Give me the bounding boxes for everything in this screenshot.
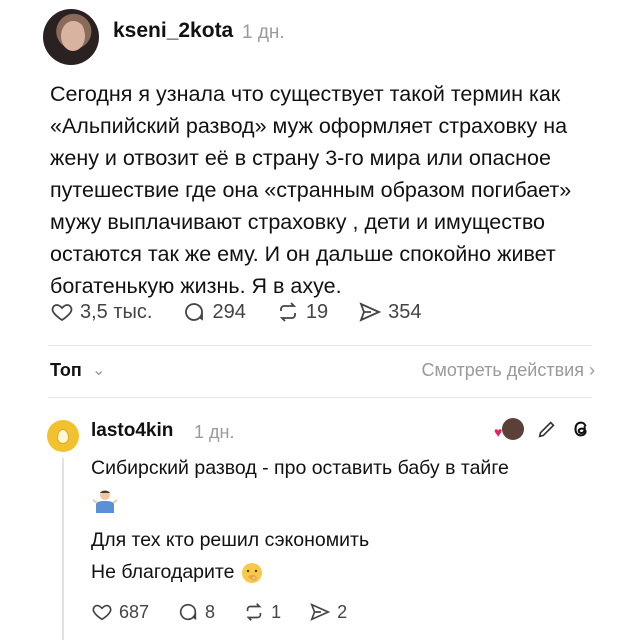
heart-icon xyxy=(92,604,112,621)
divider xyxy=(48,397,592,398)
reply-comment-count: 8 xyxy=(205,601,216,622)
reply-like-count: 687 xyxy=(119,601,150,622)
shrug-emoji xyxy=(91,484,601,524)
reply-comment-button[interactable]: 8 xyxy=(177,601,215,623)
thread-line xyxy=(62,458,64,640)
reply-header-icons: ♥ xyxy=(490,418,592,440)
reply-username[interactable]: lasto4kin xyxy=(91,420,173,442)
reply-like-button[interactable]: 687 xyxy=(91,601,149,623)
egg-icon xyxy=(57,428,69,444)
view-activity-link[interactable]: Смотреть действия › xyxy=(422,360,595,381)
like-count: 3,5 тыс. xyxy=(80,300,153,323)
reply-actions: 687 8 1 2 xyxy=(91,597,375,627)
chevron-down-icon[interactable]: ⌄ xyxy=(92,360,105,380)
author-liked-avatar: ♥ xyxy=(494,418,524,440)
repost-button[interactable]: 19 xyxy=(276,300,328,324)
repost-icon xyxy=(246,603,262,621)
comment-button[interactable]: 294 xyxy=(182,300,246,324)
reply-line-3-row: Не благодарите xyxy=(91,556,601,588)
send-icon xyxy=(310,603,331,621)
reply-avatar[interactable] xyxy=(47,420,79,452)
chevron-right-icon: › xyxy=(589,360,595,380)
reply-text: Сибирский развод - про оставить бабу в т… xyxy=(91,452,601,588)
reply-time: 1 дн. xyxy=(194,422,235,442)
heart-icon xyxy=(51,304,73,322)
share-button[interactable]: 354 xyxy=(358,300,421,324)
shrug-emoji-icon xyxy=(92,489,118,513)
avatar[interactable] xyxy=(43,9,99,65)
repost-count: 19 xyxy=(305,300,329,323)
post-actions: 3,5 тыс. 294 19 354 xyxy=(50,296,451,328)
like-button[interactable]: 3,5 тыс. xyxy=(50,300,152,324)
reply-repost-button[interactable]: 1 xyxy=(243,601,281,623)
reply-share-count: 2 xyxy=(337,601,348,622)
send-icon xyxy=(359,302,382,322)
reply-line-1: Сибирский развод - про оставить бабу в т… xyxy=(91,457,509,479)
comment-icon xyxy=(179,603,197,621)
comment-count: 294 xyxy=(212,300,246,323)
post-text: Сегодня я узнала что существует такой те… xyxy=(50,82,572,298)
reply-share-button[interactable]: 2 xyxy=(309,601,347,623)
divider xyxy=(48,345,592,346)
heart-icon: ♥ xyxy=(494,424,503,440)
post-username[interactable]: kseni_2kota xyxy=(113,19,233,43)
reply-repost-count: 1 xyxy=(271,601,282,622)
reply-line-3: Не благодарите xyxy=(91,561,235,583)
share-count: 354 xyxy=(388,300,422,323)
threads-logo-icon[interactable] xyxy=(570,418,592,440)
blushing-face-emoji-icon xyxy=(241,562,262,583)
repost-icon xyxy=(279,302,297,322)
sort-top-label[interactable]: Топ xyxy=(50,360,82,381)
sort-row: Топ ⌄ Смотреть действия › xyxy=(50,356,595,386)
view-activity-label: Смотреть действия xyxy=(421,360,584,380)
comment-icon xyxy=(185,303,204,321)
pencil-icon[interactable] xyxy=(536,418,558,440)
reply-line-2: Для тех кто решил сэкономить xyxy=(91,529,370,551)
post-time: 1 дн. xyxy=(242,22,285,43)
